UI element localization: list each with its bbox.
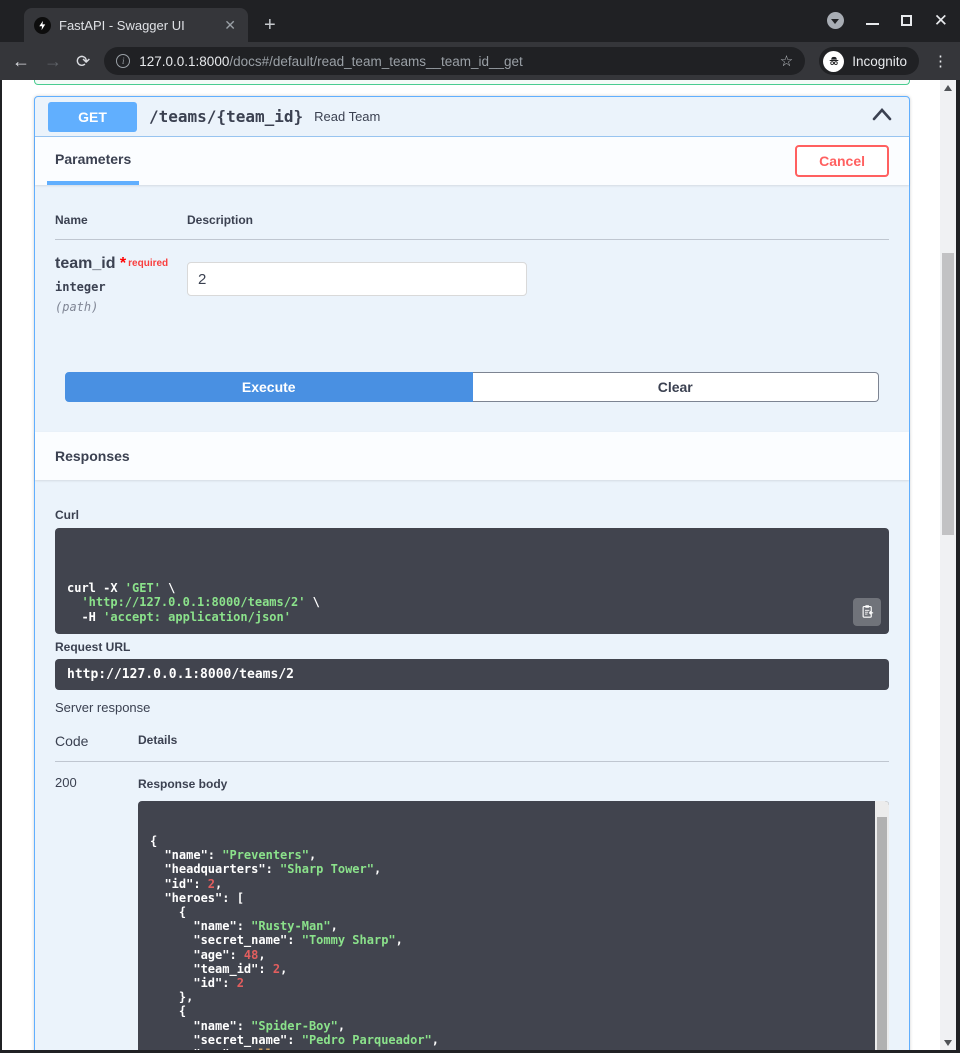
page-scroll-up-icon[interactable] — [940, 80, 956, 95]
server-response-label: Server response — [55, 700, 889, 715]
collapse-chevron-icon[interactable] — [872, 108, 892, 126]
execute-wrapper: Execute Clear — [35, 314, 909, 402]
titlebar: FastAPI - Swagger UI ✕ + ✕ — [0, 0, 960, 42]
page-scrollbar-thumb[interactable] — [942, 253, 954, 535]
column-header-details: Details — [138, 733, 177, 749]
team-id-input[interactable] — [187, 262, 527, 296]
request-url-label: Request URL — [55, 640, 889, 654]
responses-title: Responses — [55, 448, 130, 464]
column-header-description: Description — [187, 213, 889, 227]
parameter-type: integer — [55, 280, 187, 294]
bookmark-star-icon[interactable]: ☆ — [780, 52, 793, 70]
reload-button[interactable]: ⟳ — [76, 53, 90, 70]
forward-button: → — [44, 52, 62, 70]
parameter-name: team_id *required — [55, 254, 187, 273]
parameter-location: (path) — [55, 300, 187, 314]
opblock-summary[interactable]: GET /teams/{team_id} Read Team — [35, 97, 909, 137]
response-body: { "name": "Preventers", "headquarters": … — [138, 801, 889, 1050]
opblock-get-teams-team-id: GET /teams/{team_id} Read Team Parameter… — [34, 96, 910, 1050]
column-header-code: Code — [55, 733, 138, 749]
url-host: 127.0.0.1:8000 — [139, 54, 229, 69]
execute-button[interactable]: Execute — [65, 372, 473, 402]
request-url-value: http://127.0.0.1:8000/teams/2 — [55, 659, 889, 690]
back-button[interactable]: ← — [12, 52, 30, 70]
chrome-profile-chevron-button[interactable] — [827, 12, 844, 29]
incognito-badge: Incognito — [819, 47, 919, 75]
previous-opblock-edge — [34, 80, 910, 85]
responses-header: Responses — [35, 432, 909, 480]
endpoint-path: /teams/{team_id} — [149, 107, 303, 126]
parameter-row-team-id: team_id *required integer (path) — [55, 240, 889, 314]
response-body-scrollbar[interactable] — [875, 801, 889, 1050]
required-star: * — [120, 255, 126, 272]
column-header-name: Name — [55, 213, 187, 227]
cancel-button[interactable]: Cancel — [795, 145, 889, 177]
copy-to-clipboard-button[interactable] — [853, 598, 881, 626]
endpoint-summary: Read Team — [314, 109, 380, 124]
page-viewport: GET /teams/{team_id} Read Team Parameter… — [2, 80, 956, 1050]
tab-title: FastAPI - Swagger UI — [59, 18, 214, 33]
address-bar[interactable]: i 127.0.0.1:8000/docs#/default/read_team… — [104, 47, 805, 75]
url-text[interactable]: 127.0.0.1:8000/docs#/default/read_team_t… — [139, 54, 771, 69]
parameters-table: Name Description team_id *required integ… — [35, 185, 909, 314]
incognito-icon — [823, 51, 844, 72]
response-table-header: Code Details — [55, 733, 889, 762]
browser-toolbar: ← → ⟳ i 127.0.0.1:8000/docs#/default/rea… — [0, 42, 960, 80]
fastapi-favicon-icon — [34, 17, 51, 34]
curl-label: Curl — [55, 508, 889, 522]
tab-close-icon[interactable]: ✕ — [222, 16, 238, 34]
page-scroll-down-icon[interactable] — [940, 1035, 956, 1050]
curl-command: curl -X 'GET' \ 'http://127.0.0.1:8000/t… — [55, 528, 889, 634]
tab-parameters[interactable]: Parameters — [47, 137, 139, 185]
response-body-label: Response body — [138, 777, 889, 791]
incognito-label: Incognito — [852, 54, 907, 69]
method-badge: GET — [48, 102, 137, 132]
responses-wrapper: Responses Curl — [35, 432, 909, 1050]
new-tab-button[interactable]: + — [264, 15, 276, 35]
minimize-button[interactable] — [866, 23, 879, 25]
browser-window: FastAPI - Swagger UI ✕ + ✕ ← → ⟳ i 127.0… — [0, 0, 960, 1053]
window-close-button[interactable]: ✕ — [934, 12, 948, 29]
swagger-page: GET /teams/{team_id} Read Team Parameter… — [2, 80, 940, 1050]
parameters-header: Parameters Cancel — [35, 137, 909, 185]
site-info-icon[interactable]: i — [116, 54, 130, 68]
response-row-200: 200 Response body { "name": "Preventers"… — [55, 762, 889, 1050]
clear-button[interactable]: Clear — [473, 372, 880, 402]
required-label: required — [128, 258, 168, 269]
scrollbar-thumb[interactable] — [877, 817, 887, 1050]
browser-menu-button[interactable]: ⋮ — [933, 54, 948, 69]
url-path: /docs#/default/read_team_teams__team_id_… — [229, 54, 522, 69]
chevron-down-icon — [831, 19, 839, 24]
maximize-button[interactable] — [901, 15, 912, 26]
page-scrollbar[interactable] — [940, 80, 956, 1050]
browser-tab[interactable]: FastAPI - Swagger UI ✕ — [24, 8, 248, 42]
status-code: 200 — [55, 775, 138, 1050]
